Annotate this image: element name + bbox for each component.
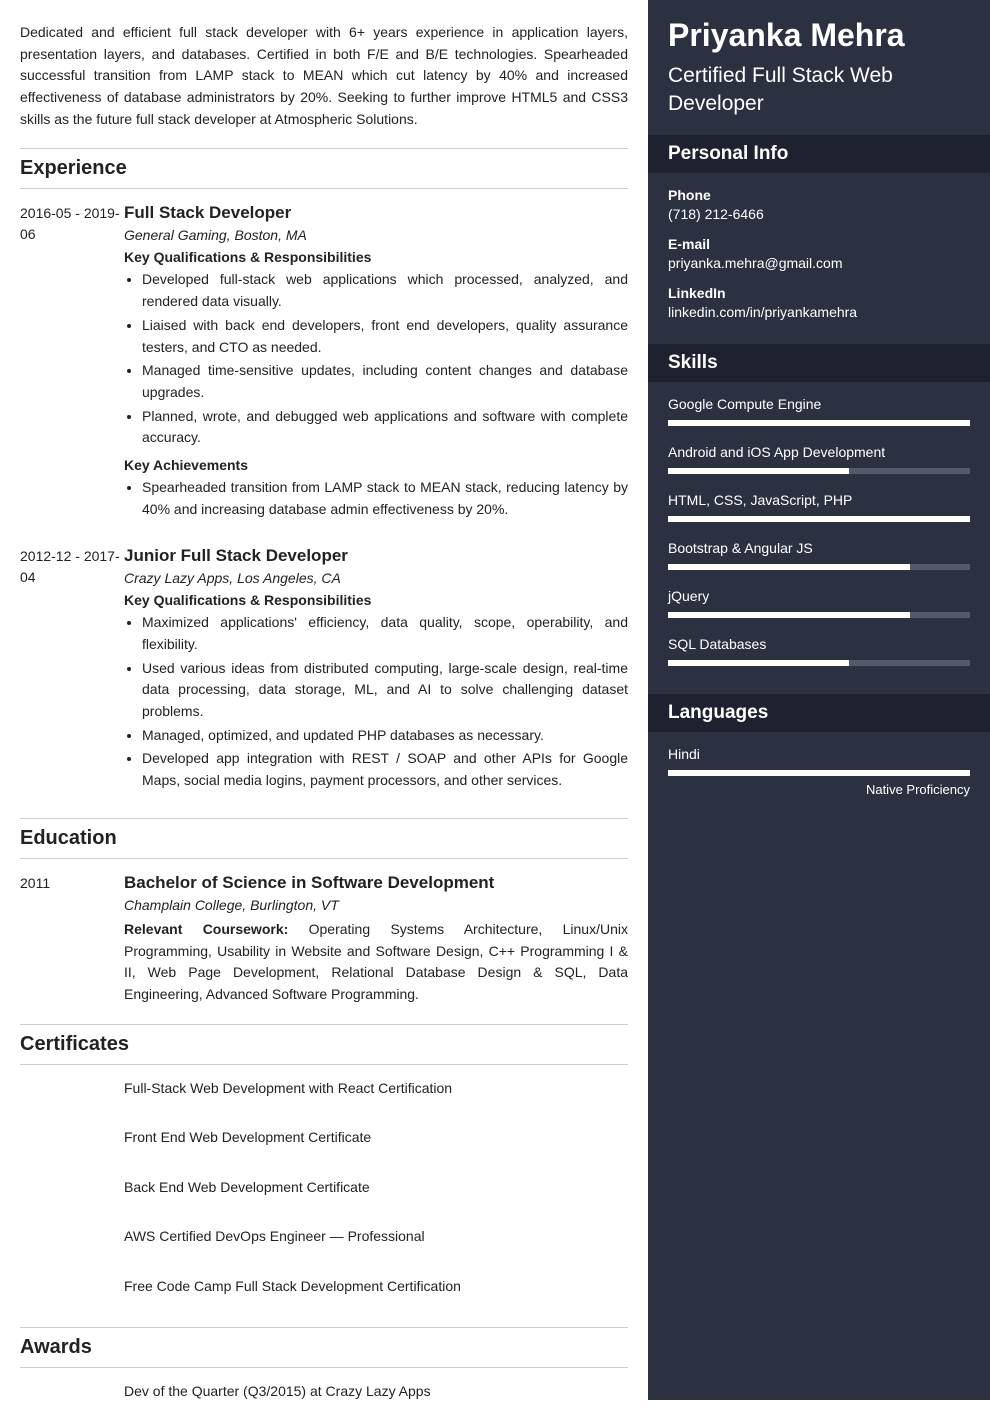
- skill-name: Google Compute Engine: [668, 396, 970, 412]
- skill-bar: [668, 564, 970, 570]
- certificate-entry: Back End Web Development Certificate: [20, 1178, 628, 1210]
- certificate-entry: AWS Certified DevOps Engineer — Professi…: [20, 1227, 628, 1259]
- language-level: Native Proficiency: [668, 782, 970, 797]
- certificate-entry: Free Code Camp Full Stack Development Ce…: [20, 1277, 628, 1309]
- experience-entry: 2016-05 - 2019-06Full Stack Developer Gen…: [20, 203, 628, 528]
- main-column: Dedicated and efficient full stack devel…: [0, 0, 648, 1400]
- award-text: Dev of the Quarter (Q3/2015) at Crazy La…: [124, 1382, 628, 1402]
- language-item: Hindi Native Proficiency: [668, 746, 970, 797]
- skill-bar-fill: [668, 660, 849, 666]
- company-name: General Gaming, Boston, MA: [124, 227, 628, 243]
- school-name: Champlain College, Burlington, VT: [124, 897, 628, 913]
- certificates-heading: Certificates: [20, 1024, 628, 1065]
- job-title: Junior Full Stack Developer: [124, 546, 628, 566]
- skills-heading: Skills: [648, 344, 990, 382]
- skill-bar: [668, 468, 970, 474]
- certificate-text: Free Code Camp Full Stack Development Ce…: [124, 1277, 628, 1297]
- responsibility-item: Used various ideas from distributed comp…: [142, 658, 628, 723]
- person-role: Certified Full Stack Web Developer: [648, 62, 990, 135]
- skill-bar: [668, 516, 970, 522]
- skill-item: Bootstrap & Angular JS: [668, 540, 970, 570]
- award-entry: Dev of the Quarter (Q3/2015) at Crazy La…: [20, 1382, 628, 1413]
- job-dates: 2012-12 - 2017-04: [20, 546, 124, 800]
- experience-heading: Experience: [20, 148, 628, 189]
- responsibility-item: Liaised with back end developers, front …: [142, 315, 628, 358]
- job-title: Full Stack Developer: [124, 203, 628, 223]
- certificate-entry: Full-Stack Web Development with React Ce…: [20, 1079, 628, 1111]
- responsibilities-heading: Key Qualifications & Responsibilities: [124, 249, 628, 265]
- skill-bar: [668, 420, 970, 426]
- coursework-text: Relevant Coursework: Operating Systems A…: [124, 919, 628, 1006]
- skill-item: jQuery: [668, 588, 970, 618]
- email-label: E-mail: [668, 236, 970, 252]
- education-entry: 2011 Bachelor of Science in Software Dev…: [20, 873, 628, 1006]
- responsibilities-heading: Key Qualifications & Responsibilities: [124, 592, 628, 608]
- language-bar: [668, 770, 970, 776]
- certificate-text: Full-Stack Web Development with React Ce…: [124, 1079, 628, 1099]
- responsibility-item: Maximized applications' efficiency, data…: [142, 612, 628, 655]
- skill-name: Android and iOS App Development: [668, 444, 970, 460]
- skill-bar-fill: [668, 420, 970, 426]
- skill-bar-fill: [668, 612, 910, 618]
- phone-value: (718) 212-6466: [668, 206, 970, 222]
- skill-bar-fill: [668, 516, 970, 522]
- skill-item: Google Compute Engine: [668, 396, 970, 426]
- awards-heading: Awards: [20, 1327, 628, 1368]
- skill-bar: [668, 660, 970, 666]
- skill-name: HTML, CSS, JavaScript, PHP: [668, 492, 970, 508]
- language-name: Hindi: [668, 746, 970, 762]
- personal-info-heading: Personal Info: [648, 135, 990, 173]
- responsibility-item: Developed app integration with REST / SO…: [142, 748, 628, 791]
- skill-item: Android and iOS App Development: [668, 444, 970, 474]
- skill-name: jQuery: [668, 588, 970, 604]
- education-heading: Education: [20, 818, 628, 859]
- certificate-text: Front End Web Development Certificate: [124, 1128, 628, 1148]
- skill-item: SQL Databases: [668, 636, 970, 666]
- skill-item: HTML, CSS, JavaScript, PHP: [668, 492, 970, 522]
- experience-entry: 2012-12 - 2017-04Junior Full Stack Devel…: [20, 546, 628, 800]
- certificate-text: AWS Certified DevOps Engineer — Professi…: [124, 1227, 628, 1247]
- skill-bar: [668, 612, 970, 618]
- sidebar: Priyanka Mehra Certified Full Stack Web …: [648, 0, 990, 1400]
- skill-name: SQL Databases: [668, 636, 970, 652]
- skill-bar-fill: [668, 564, 910, 570]
- responsibility-item: Developed full-stack web applications wh…: [142, 269, 628, 312]
- achievement-item: Spearheaded transition from LAMP stack t…: [142, 477, 628, 520]
- summary-text: Dedicated and efficient full stack devel…: [20, 22, 628, 130]
- languages-heading: Languages: [648, 694, 990, 732]
- job-dates: 2016-05 - 2019-06: [20, 203, 124, 528]
- language-bar-fill: [668, 770, 970, 776]
- phone-label: Phone: [668, 187, 970, 203]
- email-value: priyanka.mehra@gmail.com: [668, 255, 970, 271]
- company-name: Crazy Lazy Apps, Los Angeles, CA: [124, 570, 628, 586]
- responsibility-item: Managed time-sensitive updates, includin…: [142, 360, 628, 403]
- linkedin-value: linkedin.com/in/priyankamehra: [668, 304, 970, 320]
- achievements-heading: Key Achievements: [124, 457, 628, 473]
- skill-name: Bootstrap & Angular JS: [668, 540, 970, 556]
- responsibility-item: Managed, optimized, and updated PHP data…: [142, 725, 628, 747]
- linkedin-label: LinkedIn: [668, 285, 970, 301]
- certificate-text: Back End Web Development Certificate: [124, 1178, 628, 1198]
- skill-bar-fill: [668, 468, 849, 474]
- personal-info-block: Phone (718) 212-6466 E-mail priyanka.meh…: [648, 173, 990, 344]
- person-name: Priyanka Mehra: [648, 0, 990, 62]
- education-year: 2011: [20, 873, 124, 1006]
- responsibility-item: Planned, wrote, and debugged web applica…: [142, 406, 628, 449]
- certificate-entry: Front End Web Development Certificate: [20, 1128, 628, 1160]
- degree-title: Bachelor of Science in Software Developm…: [124, 873, 628, 893]
- coursework-label: Relevant Coursework:: [124, 921, 288, 937]
